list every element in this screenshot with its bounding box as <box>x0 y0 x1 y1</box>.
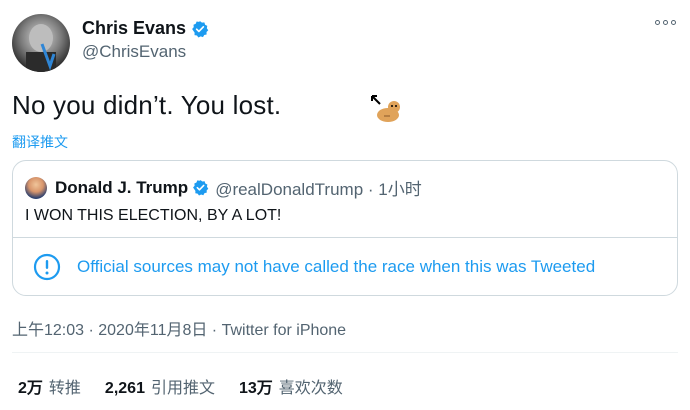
quoted-tweet[interactable]: Donald J. Trump @realDonaldTrump · 1小时 I… <box>12 160 678 296</box>
quoted-avatar <box>25 176 47 199</box>
quoted-display-name: Donald J. Trump <box>55 177 189 197</box>
stat-label: 喜欢次数 <box>278 380 343 397</box>
quoted-header: Donald J. Trump @realDonaldTrump · 1小时 <box>25 175 422 200</box>
like-count[interactable]: 13万 喜欢次数 <box>239 374 343 398</box>
more-dot <box>671 20 676 25</box>
quoted-divider <box>13 237 677 238</box>
stat-number: 2,261 <box>104 380 145 397</box>
exclamation-circle-icon <box>33 253 61 281</box>
author-handle[interactable]: @ChrisEvans <box>82 42 186 62</box>
stat-number: 13万 <box>238 380 273 397</box>
verified-badge-icon <box>192 20 209 37</box>
notice-text: Official sources may not have called the… <box>77 257 596 276</box>
quote-tweet-count[interactable]: 2,261 引用推文 <box>105 374 215 398</box>
stat-label: 转推 <box>48 380 81 397</box>
quoted-text: I WON THIS ELECTION, BY A LOT! <box>25 207 282 224</box>
verified-badge-icon <box>193 180 209 196</box>
author-name-row: Chris Evans <box>82 18 209 39</box>
quoted-handle-time: @realDonaldTrump · 1小时 <box>215 180 422 199</box>
translate-tweet-link[interactable]: 翻译推文 <box>12 132 68 152</box>
stat-label: 引用推文 <box>150 380 215 397</box>
more-options-icon[interactable] <box>655 20 676 25</box>
author-display-name[interactable]: Chris Evans <box>82 18 186 39</box>
tweet-timestamp[interactable]: 上午12:03 · 2020年11月8日 · Twitter for iPhon… <box>12 316 346 340</box>
more-dot <box>663 20 668 25</box>
cat-sticker-icon <box>371 95 400 122</box>
divider <box>12 352 678 353</box>
more-dot <box>655 20 660 25</box>
author-avatar[interactable] <box>12 14 70 72</box>
retweet-count[interactable]: 2万 转推 <box>18 374 81 398</box>
stat-number: 2万 <box>18 380 43 397</box>
tweet-stats: 2万 转推 2,261 引用推文 13万 喜欢次数 <box>18 374 367 398</box>
election-notice[interactable]: Official sources may not have called the… <box>33 253 595 281</box>
tweet-text: No you didn’t. You lost. <box>12 90 282 120</box>
